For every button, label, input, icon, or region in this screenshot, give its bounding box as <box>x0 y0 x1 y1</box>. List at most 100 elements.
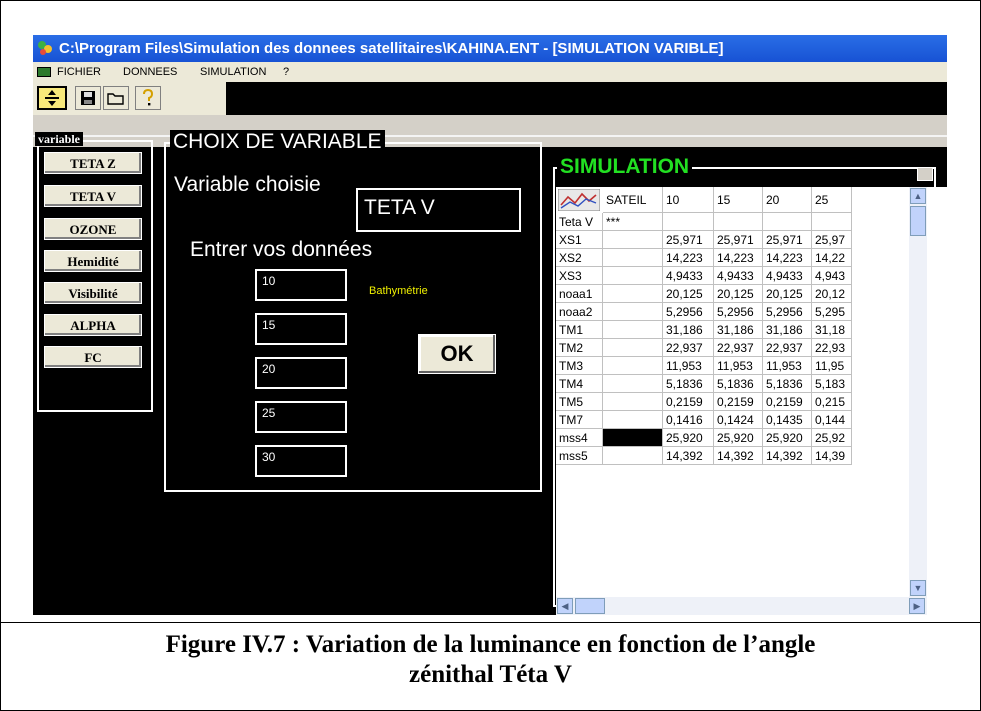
table-cell[interactable]: 11,953 <box>663 357 714 375</box>
row-header[interactable]: XS2 <box>556 249 603 267</box>
table-cell[interactable]: 20,12 <box>812 285 852 303</box>
chosen-variable-field[interactable]: TETA V <box>356 188 521 232</box>
table-cell[interactable]: 4,943 <box>812 267 852 285</box>
row-header[interactable]: XS3 <box>556 267 603 285</box>
table-cell[interactable] <box>603 411 663 429</box>
teta-z-button[interactable]: TETA Z <box>44 152 142 174</box>
horizontal-scrollbar[interactable]: ◀ ▶ <box>556 597 927 615</box>
table-cell[interactable] <box>603 339 663 357</box>
table-cell[interactable]: 25,920 <box>714 429 763 447</box>
table-cell[interactable]: 14,392 <box>714 447 763 465</box>
table-cell[interactable]: 5,1836 <box>714 375 763 393</box>
menu-simulation[interactable]: SIMULATION <box>200 62 266 82</box>
table-cell[interactable]: 31,18 <box>812 321 852 339</box>
table-cell[interactable] <box>603 357 663 375</box>
chart-icon[interactable] <box>558 189 600 211</box>
grid-restore-icon[interactable] <box>917 167 933 181</box>
table-cell[interactable]: 5,183 <box>812 375 852 393</box>
column-header[interactable]: 10 <box>663 187 714 213</box>
row-header[interactable]: noaa1 <box>556 285 603 303</box>
table-cell[interactable]: 31,186 <box>763 321 812 339</box>
scroll-down-icon[interactable]: ▼ <box>910 580 926 596</box>
ok-button[interactable]: OK <box>418 334 496 374</box>
table-cell[interactable] <box>603 231 663 249</box>
table-cell[interactable] <box>603 285 663 303</box>
resize-button[interactable] <box>37 86 67 110</box>
save-button[interactable] <box>75 86 101 110</box>
column-header[interactable]: 20 <box>763 187 812 213</box>
table-cell[interactable]: 4,9433 <box>763 267 812 285</box>
help-button[interactable] <box>135 86 161 110</box>
table-cell[interactable]: 0,1435 <box>763 411 812 429</box>
table-cell[interactable] <box>603 393 663 411</box>
visibilite-button[interactable]: Visibilité <box>44 282 142 304</box>
table-cell[interactable]: 5,1836 <box>663 375 714 393</box>
table-cell[interactable] <box>603 321 663 339</box>
table-cell[interactable]: 25,971 <box>714 231 763 249</box>
vertical-scroll-thumb[interactable] <box>910 206 926 236</box>
table-cell[interactable]: 0,2159 <box>763 393 812 411</box>
scroll-left-icon[interactable]: ◀ <box>557 598 573 614</box>
table-cell[interactable] <box>812 213 852 231</box>
table-cell[interactable]: 5,295 <box>812 303 852 321</box>
table-cell[interactable]: 31,186 <box>663 321 714 339</box>
data-input-1[interactable]: 10 <box>255 269 347 301</box>
horizontal-scroll-thumb[interactable] <box>575 598 605 614</box>
data-input-4[interactable]: 25 <box>255 401 347 433</box>
table-cell[interactable]: 25,92 <box>812 429 852 447</box>
table-cell[interactable]: 22,937 <box>714 339 763 357</box>
data-input-2[interactable]: 15 <box>255 313 347 345</box>
table-cell[interactable]: 0,1416 <box>663 411 714 429</box>
table-cell[interactable]: 22,937 <box>663 339 714 357</box>
table-cell[interactable]: 5,2956 <box>663 303 714 321</box>
vertical-scrollbar[interactable]: ▲ ▼ <box>909 187 927 597</box>
table-cell[interactable]: 22,93 <box>812 339 852 357</box>
table-cell[interactable] <box>714 213 763 231</box>
table-cell[interactable]: 22,937 <box>763 339 812 357</box>
row-header[interactable]: TM7 <box>556 411 603 429</box>
table-cell[interactable] <box>603 375 663 393</box>
column-header[interactable]: SATEIL <box>603 187 663 213</box>
table-cell[interactable]: 25,920 <box>663 429 714 447</box>
table-cell[interactable]: 25,971 <box>663 231 714 249</box>
table-cell[interactable]: 14,223 <box>714 249 763 267</box>
row-header[interactable]: TM5 <box>556 393 603 411</box>
table-cell[interactable]: 11,95 <box>812 357 852 375</box>
row-header[interactable]: mss4 <box>556 429 603 447</box>
row-header[interactable]: Teta V <box>556 213 603 231</box>
table-cell[interactable] <box>603 429 663 447</box>
table-cell[interactable]: 11,953 <box>714 357 763 375</box>
table-cell[interactable]: *** <box>603 213 663 231</box>
table-cell[interactable] <box>603 267 663 285</box>
alpha-button[interactable]: ALPHA <box>44 314 142 336</box>
table-cell[interactable]: 25,97 <box>812 231 852 249</box>
table-cell[interactable]: 11,953 <box>763 357 812 375</box>
table-cell[interactable]: 25,971 <box>763 231 812 249</box>
table-cell[interactable]: 4,9433 <box>663 267 714 285</box>
column-header[interactable]: 15 <box>714 187 763 213</box>
scroll-right-icon[interactable]: ▶ <box>909 598 925 614</box>
row-header[interactable]: TM4 <box>556 375 603 393</box>
table-cell[interactable] <box>603 447 663 465</box>
mdi-child-icon[interactable] <box>37 67 51 77</box>
data-input-5[interactable]: 30 <box>255 445 347 477</box>
table-cell[interactable]: 0,215 <box>812 393 852 411</box>
table-cell[interactable]: 0,1424 <box>714 411 763 429</box>
row-header[interactable]: XS1 <box>556 231 603 249</box>
table-cell[interactable]: 14,22 <box>812 249 852 267</box>
table-cell[interactable]: 0,2159 <box>663 393 714 411</box>
table-cell[interactable]: 14,392 <box>663 447 714 465</box>
row-header[interactable]: TM1 <box>556 321 603 339</box>
scroll-up-icon[interactable]: ▲ <box>910 188 926 204</box>
simulation-grid[interactable]: SATEIL 10 15 20 25 Teta V *** XS1 25,971 25,971 25… <box>556 187 954 619</box>
open-button[interactable] <box>103 86 129 110</box>
table-cell[interactable]: 0,2159 <box>714 393 763 411</box>
row-header[interactable]: TM2 <box>556 339 603 357</box>
table-cell[interactable]: 4,9433 <box>714 267 763 285</box>
row-header[interactable]: noaa2 <box>556 303 603 321</box>
table-cell[interactable]: 14,392 <box>763 447 812 465</box>
table-cell[interactable]: 20,125 <box>763 285 812 303</box>
table-cell[interactable]: 0,144 <box>812 411 852 429</box>
fc-button[interactable]: FC <box>44 346 142 368</box>
row-header[interactable]: TM3 <box>556 357 603 375</box>
